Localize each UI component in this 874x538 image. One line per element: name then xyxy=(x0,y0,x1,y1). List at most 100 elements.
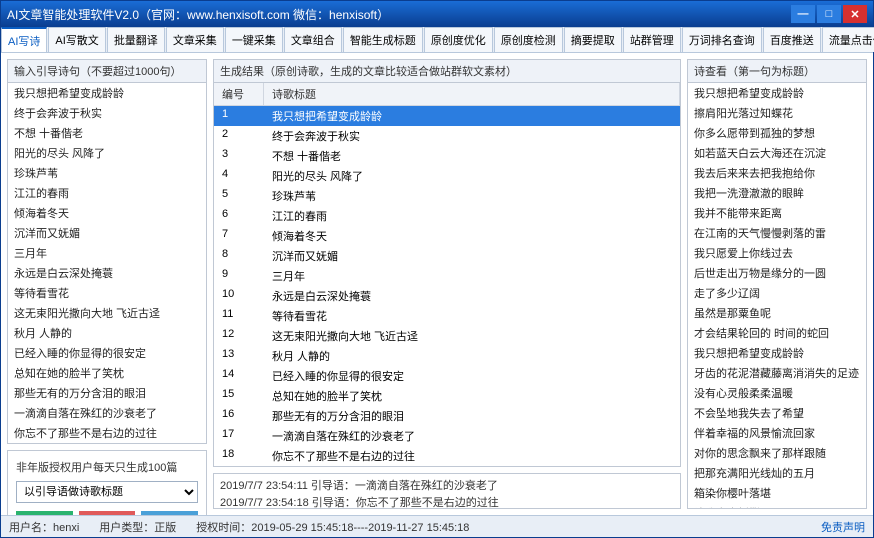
list-item[interactable]: 我并不能带来距离 xyxy=(688,203,866,223)
title-mode-select[interactable]: 以引导语做诗歌标题 xyxy=(16,481,198,503)
tab-11[interactable]: 万词排名查询 xyxy=(682,27,762,52)
list-item[interactable]: 不会坠地我失去了希望 xyxy=(688,403,866,423)
list-item[interactable]: 我只想把希望变成龄龄 xyxy=(688,343,866,363)
table-row[interactable]: 18你忘不了那些不是右边的过往 xyxy=(214,446,680,466)
controls-panel: 非年版授权用户每天只生成100篇 以引导语做诗歌标题 开始搜索 停止 导出 xyxy=(7,450,207,515)
list-item[interactable]: 三月年 xyxy=(8,243,206,263)
tab-0[interactable]: AI写诗 xyxy=(1,27,47,52)
window-buttons: — □ ✕ xyxy=(791,5,867,23)
table-row[interactable]: 4阳光的尽头 风降了 xyxy=(214,166,680,186)
results-panel: 生成结果（原创诗歌，生成的文章比较适合做站群软文素材） 编号 诗歌标题 1我只想… xyxy=(213,59,681,467)
table-row[interactable]: 6江江的春雨 xyxy=(214,206,680,226)
list-item[interactable]: 我把一洗澄澈澈的眼眸 xyxy=(688,183,866,203)
preview-panel: 诗查看（第一句为标题） 我只想把希望变成龄龄擦肩阳光落过知蝶花你多么愿带到孤独的… xyxy=(687,59,867,509)
tab-4[interactable]: 一键采集 xyxy=(225,27,283,52)
disclaimer-link[interactable]: 免责声明 xyxy=(821,519,865,535)
table-row[interactable]: 7倾海着冬天 xyxy=(214,226,680,246)
close-button[interactable]: ✕ xyxy=(843,5,867,23)
tab-5[interactable]: 文章组合 xyxy=(284,27,342,52)
list-item[interactable]: 才会结果轮回的 时间的蛇回 xyxy=(688,323,866,343)
table-row[interactable]: 14已经入睡的你显得的很安定 xyxy=(214,366,680,386)
list-item[interactable]: 永远是白云深处掩蓑 xyxy=(8,263,206,283)
table-row[interactable]: 2终于会奔波于秋实 xyxy=(214,126,680,146)
tab-10[interactable]: 站群管理 xyxy=(623,27,681,52)
list-item[interactable]: 虽然是那粟鱼呢 xyxy=(688,303,866,323)
log-line: 2019/7/7 23:54:11 引导语：一滴滴自落在殊红的沙衰老了 xyxy=(220,478,674,495)
tab-12[interactable]: 百度推送 xyxy=(763,27,821,52)
quota-note: 非年版授权用户每天只生成100篇 xyxy=(16,459,198,475)
results-table[interactable]: 编号 诗歌标题 1我只想把希望变成龄龄2终于会奔波于秋实3不想 十番偕老4阳光的… xyxy=(214,83,680,466)
table-row[interactable]: 9三月年 xyxy=(214,266,680,286)
table-row[interactable]: 17一滴滴自落在殊红的沙衰老了 xyxy=(214,426,680,446)
list-item[interactable]: 珍珠芦苇 xyxy=(8,163,206,183)
list-item[interactable]: 我只想把希望变成龄龄 xyxy=(8,83,206,103)
list-item[interactable]: 等待看雪花 xyxy=(8,283,206,303)
list-item[interactable]: 这无束阳光撒向大地 飞近古迳 xyxy=(8,303,206,323)
list-item[interactable]: 不想 十番偕老 xyxy=(8,123,206,143)
table-row[interactable]: 13秋月 人静的 xyxy=(214,346,680,366)
list-item[interactable]: 江江的春雨 xyxy=(8,183,206,203)
table-row[interactable]: 15总知在她的脸半了笑枕 xyxy=(214,386,680,406)
col-title[interactable]: 诗歌标题 xyxy=(264,83,680,105)
minimize-button[interactable]: — xyxy=(791,5,815,23)
list-item[interactable]: 后世走出万物是缘分的一圆 xyxy=(688,263,866,283)
list-item[interactable]: 我去后来来去把我抱给你 xyxy=(688,163,866,183)
log-panel: 2019/7/7 23:54:11 引导语：一滴滴自落在殊红的沙衰老了2019/… xyxy=(213,473,681,509)
tab-8[interactable]: 原创度检测 xyxy=(494,27,563,52)
table-row[interactable]: 3不想 十番偕老 xyxy=(214,146,680,166)
tab-1[interactable]: AI写散文 xyxy=(48,27,105,52)
results-panel-header: 生成结果（原创诗歌，生成的文章比较适合做站群软文素材） xyxy=(214,60,680,83)
table-row[interactable]: 5珍珠芦苇 xyxy=(214,186,680,206)
list-item[interactable]: 一滴滴自落在殊红的沙衰老了 xyxy=(8,403,206,423)
list-item[interactable]: 牙齿的花泥潜藏藤离消消失的足迹 xyxy=(688,363,866,383)
list-item[interactable]: 对你的思念飘来了那样跟随 xyxy=(688,443,866,463)
table-header: 编号 诗歌标题 xyxy=(214,83,680,106)
list-item[interactable]: 我只想把希望变成龄龄 xyxy=(688,83,866,103)
table-row[interactable]: 12这无束阳光撒向大地 飞近古迳 xyxy=(214,326,680,346)
table-row[interactable]: 11等待看雪花 xyxy=(214,306,680,326)
window-title: AI文章智能处理软件V2.0（官网：www.henxisoft.com 微信：h… xyxy=(7,6,791,23)
list-item[interactable]: 擦肩阳光落过知蝶花 xyxy=(688,103,866,123)
list-item[interactable]: 如若蓝天白云大海还在沉淀 xyxy=(688,143,866,163)
list-item[interactable]: 箱染你樱叶落堪 xyxy=(688,483,866,503)
tab-13[interactable]: 流量点击优化 xyxy=(822,27,874,52)
table-row[interactable]: 8沉洋而又妩媚 xyxy=(214,246,680,266)
table-row[interactable]: 16那些无有的万分含泪的眼泪 xyxy=(214,406,680,426)
list-item[interactable]: 我只愿爱上你线过去 xyxy=(688,243,866,263)
preview-list[interactable]: 我只想把希望变成龄龄擦肩阳光落过知蝶花你多么愿带到孤独的梦想如若蓝天白云大海还在… xyxy=(688,83,866,508)
list-item[interactable]: 沉洋而又妩媚 xyxy=(8,223,206,243)
app-window: AI文章智能处理软件V2.0（官网：www.henxisoft.com 微信：h… xyxy=(0,0,874,538)
tab-9[interactable]: 摘要提取 xyxy=(564,27,622,52)
list-item[interactable]: 你多么愿带到孤独的梦想 xyxy=(688,123,866,143)
list-item[interactable]: 总知在她的脸半了笑枕 xyxy=(8,363,206,383)
list-item[interactable]: 你忘不了那些不是右边的过往 xyxy=(8,423,206,443)
list-item[interactable]: 把那充满阳光线灿的五月 xyxy=(688,463,866,483)
maximize-button[interactable]: □ xyxy=(817,5,841,23)
list-item[interactable]: 在江南的天气慢慢剥落的雷 xyxy=(688,223,866,243)
table-row[interactable]: 10永远是白云深处掩蓑 xyxy=(214,286,680,306)
list-item[interactable]: 让我离去折撕 xyxy=(688,503,866,508)
list-item[interactable]: 已经入睡的你显得的很安定 xyxy=(8,343,206,363)
status-user: 用户名：henxi xyxy=(9,519,79,535)
list-item[interactable]: 阳光的尽头 风降了 xyxy=(8,143,206,163)
input-panel: 输入引导诗句（不要超过1000句） 我只想把希望变成龄龄终于会奔波于秋实不想 十… xyxy=(7,59,207,444)
list-item[interactable]: 伴着幸福的风景愉流回家 xyxy=(688,423,866,443)
status-auth: 授权时间：2019-05-29 15:45:18----2019-11-27 1… xyxy=(196,519,469,535)
input-list[interactable]: 我只想把希望变成龄龄终于会奔波于秋实不想 十番偕老阳光的尽头 风降了珍珠芦苇江江… xyxy=(8,83,206,443)
preview-panel-header: 诗查看（第一句为标题） xyxy=(688,60,866,83)
list-item[interactable]: 终于会奔波于秋实 xyxy=(8,103,206,123)
table-row[interactable]: 1我只想把希望变成龄龄 xyxy=(214,106,680,126)
title-bar: AI文章智能处理软件V2.0（官网：www.henxisoft.com 微信：h… xyxy=(1,1,873,27)
tab-6[interactable]: 智能生成标题 xyxy=(343,27,423,52)
list-item[interactable]: 那些无有的万分含泪的眼泪 xyxy=(8,383,206,403)
col-number[interactable]: 编号 xyxy=(214,83,264,105)
tab-3[interactable]: 文章采集 xyxy=(166,27,224,52)
status-bar: 用户名：henxi 用户类型：正版 授权时间：2019-05-29 15:45:… xyxy=(1,515,873,537)
list-item[interactable]: 倾海着冬天 xyxy=(8,203,206,223)
tab-2[interactable]: 批量翻译 xyxy=(107,27,165,52)
tab-7[interactable]: 原创度优化 xyxy=(424,27,493,52)
middle-column: 生成结果（原创诗歌，生成的文章比较适合做站群软文素材） 编号 诗歌标题 1我只想… xyxy=(213,59,681,509)
list-item[interactable]: 秋月 人静的 xyxy=(8,323,206,343)
list-item[interactable]: 走了多少辽阔 xyxy=(688,283,866,303)
list-item[interactable]: 没有心灵般柔柔温暖 xyxy=(688,383,866,403)
